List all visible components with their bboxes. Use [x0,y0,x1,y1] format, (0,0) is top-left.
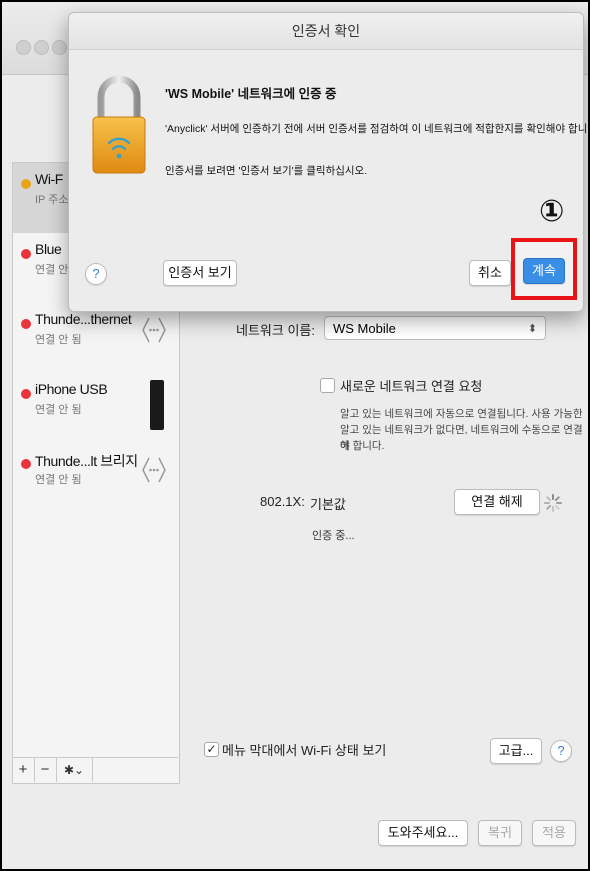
disconnect-button[interactable]: 연결 해제 [454,489,540,515]
service-name: Blue [35,241,62,257]
help-button[interactable]: ? [550,740,572,762]
zoom-button[interactable] [52,40,67,55]
service-name: Thunde...thernet [35,311,132,327]
assist-me-button[interactable]: 도와주세요... [378,820,468,846]
dot1x-value: 기본값 [310,497,346,512]
minimize-button[interactable] [34,40,49,55]
service-item-thunderbolt-bridge[interactable]: Thunde...lt 브리지 연결 안 됨 [13,443,179,513]
status-dot [21,179,31,189]
service-status: 연결 안 됨 [35,334,82,346]
lock-wifi-icon [92,75,146,174]
service-name: Thunde...lt 브리지 [35,453,138,469]
ethernet-icon [142,317,166,343]
network-name-value: WS Mobile [333,321,396,336]
advanced-button[interactable]: 고급... [490,738,542,764]
service-name: iPhone USB [35,381,108,397]
status-dot [21,459,31,469]
service-name: Wi-F [35,171,63,187]
dialog-message: 'Anyclick' 서버에 인증하기 전에 서버 인증서를 점검하여 이 네트… [165,123,590,135]
show-wifi-checkbox[interactable]: ✓ [204,742,219,757]
ask-join-checkbox[interactable] [320,378,335,393]
revert-button[interactable]: 복귀 [478,820,522,846]
dialog-help-button[interactable]: ? [85,263,107,285]
action-menu-button[interactable]: ✱⌄ [56,758,93,782]
status-dot [21,319,31,329]
service-status: 연결 안 [35,264,69,276]
status-dot [21,249,31,259]
preferences-window: Wi-F IP 주소 Blue 연결 안 Thunde...thernet 연결… [0,0,590,871]
auth-status: 인증 중... [312,530,355,542]
dialog-hint: 인증서를 보려면 '인증서 보기'를 클릭하십시오. [165,165,368,177]
network-name-label: 네트워크 이름: [236,323,315,338]
service-status: 연결 안 됨 [35,404,82,416]
status-dot [21,389,31,399]
service-item-iphone-usb[interactable]: iPhone USB 연결 안 됨 [13,373,179,443]
show-certificate-button[interactable]: 인증서 보기 [163,260,237,286]
service-list-toolbar: + − ✱⌄ [12,757,178,783]
ask-join-label: 새로운 네트워크 연결 요청 [340,379,483,394]
dialog-title: 인증서 확인 [69,13,583,50]
ask-join-description-3: 야 합니다. [340,440,385,452]
apply-button[interactable]: 적용 [532,820,576,846]
cancel-button[interactable]: 취소 [469,260,511,286]
service-status: IP 주소 [35,194,69,206]
ask-join-description-1: 알고 있는 네트워크에 자동으로 연결됩니다. 사용 가능한 [340,408,583,420]
dot1x-label: 802.1X: [260,494,305,509]
iphone-icon [150,380,164,430]
remove-service-button[interactable]: − [34,758,57,782]
add-service-button[interactable]: + [12,758,35,782]
updown-chevron-icon: ⬍ [527,323,537,335]
spinner-icon [544,494,562,512]
dialog-heading: 'WS Mobile' 네트워크에 인증 중 [165,87,337,101]
bridge-icon [142,457,166,483]
service-item-thunderbolt-ethernet[interactable]: Thunde...thernet 연결 안 됨 [13,303,179,373]
show-wifi-label: 메뉴 막대에서 Wi-Fi 상태 보기 [222,743,387,758]
network-name-select[interactable]: WS Mobile ⬍ [324,316,546,340]
close-button[interactable] [16,40,31,55]
continue-button[interactable]: 계속 [523,258,565,284]
service-status: 연결 안 됨 [35,474,82,486]
certificate-dialog: 인증서 확인 'WS Mobile' 네트워크에 인증 중 'Anyclick'… [68,12,588,312]
step-marker: ① [539,195,565,228]
